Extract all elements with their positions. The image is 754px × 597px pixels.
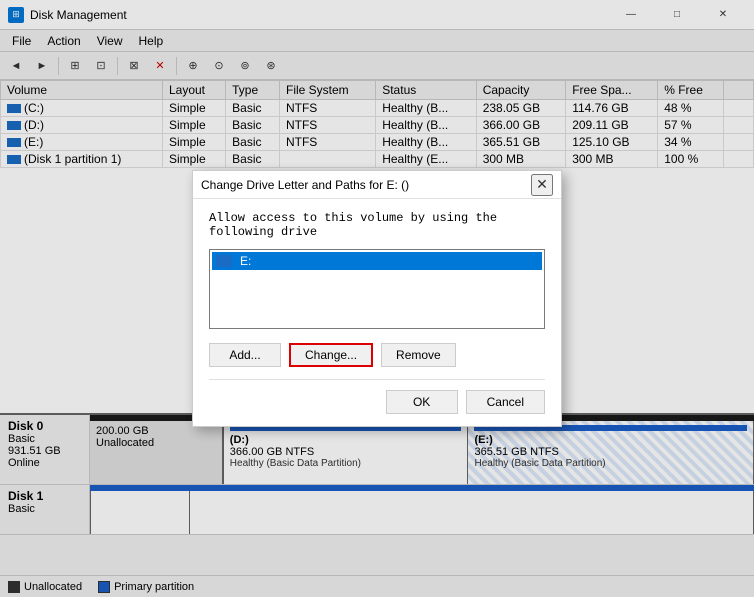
dialog-title-text: Change Drive Letter and Paths for E: () — [201, 178, 409, 192]
dialog-close-button[interactable]: ✕ — [531, 174, 553, 196]
change-button[interactable]: Change... — [289, 343, 373, 367]
dialog-ok-cancel: OK Cancel — [209, 379, 545, 414]
add-button[interactable]: Add... — [209, 343, 281, 367]
remove-button[interactable]: Remove — [381, 343, 456, 367]
dialog-action-buttons: Add... Change... Remove — [209, 343, 545, 367]
dialog-body: Allow access to this volume by using the… — [193, 199, 561, 426]
listbox-item-label: E: — [240, 254, 251, 268]
listbox-item-e[interactable]: E: — [212, 252, 542, 270]
drive-letter-listbox[interactable]: E: — [209, 249, 545, 329]
dialog-overlay: Change Drive Letter and Paths for E: () … — [0, 0, 754, 597]
cancel-button[interactable]: Cancel — [466, 390, 545, 414]
ok-button[interactable]: OK — [386, 390, 458, 414]
dialog-description: Allow access to this volume by using the… — [209, 211, 545, 239]
dialog-change-drive: Change Drive Letter and Paths for E: () … — [192, 170, 562, 427]
dialog-title-bar: Change Drive Letter and Paths for E: () … — [193, 171, 561, 199]
drive-icon — [216, 255, 232, 267]
